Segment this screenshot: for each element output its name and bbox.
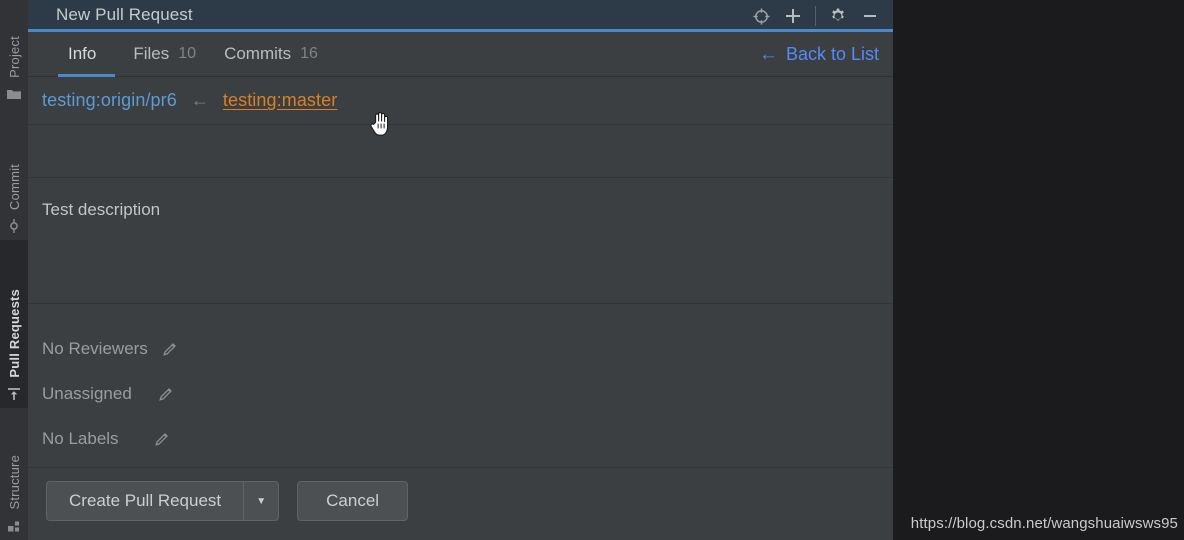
- source-branch-link[interactable]: testing:master: [223, 90, 337, 111]
- tool-window-titlebar: New Pull Request: [28, 0, 893, 32]
- sidebar-item-structure[interactable]: Structure: [0, 408, 28, 540]
- tab-info[interactable]: Info: [54, 32, 119, 77]
- pull-request-icon: [6, 386, 22, 402]
- labels-row[interactable]: No Labels: [28, 416, 893, 461]
- sidebar-item-pull-requests[interactable]: Pull Requests: [0, 240, 28, 408]
- add-icon[interactable]: [778, 2, 808, 30]
- pencil-icon[interactable]: [154, 431, 170, 447]
- sidebar-item-project[interactable]: Project: [0, 0, 28, 108]
- reviewers-row[interactable]: No Reviewers: [28, 326, 893, 371]
- ide-window: Project Commit Pull Requests Structure N…: [0, 0, 1184, 540]
- titlebar-actions: [746, 0, 885, 32]
- chevron-down-icon[interactable]: ▼: [244, 482, 278, 520]
- pencil-icon[interactable]: [162, 341, 178, 357]
- sidebar-item-commit[interactable]: Commit: [0, 108, 28, 240]
- sidebar-item-label: Commit: [6, 164, 22, 210]
- folder-icon: [6, 86, 22, 102]
- assignee-row[interactable]: Unassigned: [28, 371, 893, 416]
- arrow-left-icon: ←: [190, 90, 209, 110]
- back-to-list-label: Back to List: [785, 43, 879, 64]
- tab-commits[interactable]: Commits 16: [210, 32, 332, 77]
- new-pull-request-panel: New Pull Request Info Files 10 Commits 1…: [28, 0, 893, 540]
- sidebar-item-label: Pull Requests: [6, 289, 22, 378]
- tab-count: 16: [300, 45, 318, 62]
- branch-row: testing:origin/pr6 ← testing:master: [28, 77, 893, 125]
- back-to-list-link[interactable]: ← Back to List: [759, 44, 879, 65]
- tool-window-stripe: Project Commit Pull Requests Structure: [0, 0, 28, 540]
- hide-icon[interactable]: [855, 2, 885, 30]
- assignee-label: Unassigned: [42, 383, 132, 403]
- watermark-text: https://blog.csdn.net/wangshuaiwsws95: [910, 515, 1178, 532]
- toolbar-separator: [815, 6, 816, 26]
- pull-request-title-input[interactable]: [28, 125, 893, 178]
- create-pull-request-split-button[interactable]: Create Pull Request ▼: [46, 481, 280, 521]
- target-branch-link[interactable]: testing:origin/pr6: [42, 90, 177, 111]
- reviewers-label: No Reviewers: [42, 338, 148, 358]
- action-button-bar: Create Pull Request ▼ Cancel: [28, 468, 893, 534]
- description-text: Test description: [42, 200, 161, 219]
- tab-label: Commits: [224, 44, 292, 63]
- tab-label: Info: [68, 44, 97, 63]
- labels-label: No Labels: [42, 428, 119, 448]
- settings-icon[interactable]: [823, 2, 853, 30]
- commit-node-icon: [6, 218, 22, 234]
- cancel-button[interactable]: Cancel: [297, 481, 409, 521]
- create-pull-request-button[interactable]: Create Pull Request: [47, 482, 243, 520]
- tab-bar: Info Files 10 Commits 16 ← Back to List: [28, 32, 893, 77]
- page-title: New Pull Request: [56, 4, 193, 24]
- tab-files[interactable]: Files 10: [119, 32, 210, 77]
- pencil-icon[interactable]: [158, 386, 174, 402]
- pull-request-description-input[interactable]: Test description: [28, 178, 893, 304]
- arrow-left-icon: ←: [758, 43, 778, 65]
- tab-count: 10: [178, 45, 197, 62]
- locate-icon[interactable]: [746, 2, 776, 30]
- metadata-section: No Reviewers Unassigned No Labels: [28, 304, 893, 468]
- sidebar-item-label: Structure: [6, 455, 22, 510]
- sidebar-item-label: Project: [6, 36, 22, 78]
- tab-label: Files: [133, 44, 170, 63]
- structure-blocks-icon: [6, 518, 22, 534]
